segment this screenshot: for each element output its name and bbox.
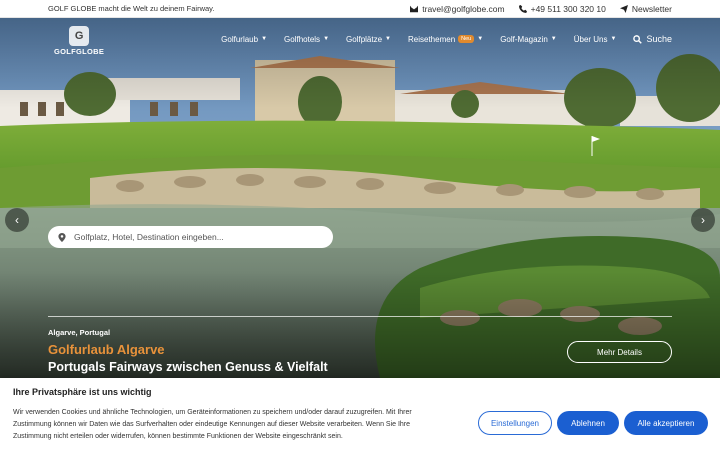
search-icon [633,34,643,44]
slide-subtitle: Portugals Fairways zwischen Genuss & Vie… [48,360,328,374]
nav-reisethemen[interactable]: Reisethemen Neu ▼ [408,35,483,44]
paper-plane-icon [619,4,628,13]
carousel-next-button[interactable]: › [691,208,715,232]
site-logo[interactable]: G GOLFGLOBE [54,26,104,56]
email-link[interactable]: travel@golfglobe.com [410,3,505,14]
hero-slider: G GOLFGLOBE Golfurlaub ▼ Golfhotels ▼ Go… [0,18,720,380]
chevron-down-icon: ▼ [261,36,268,42]
cookie-actions: Einstellungen Ablehnen Alle akzeptieren [478,411,708,435]
carousel-prev-button[interactable]: ‹ [5,208,29,232]
chevron-down-icon: ▼ [323,36,330,42]
cookie-heading: Ihre Privatsphäre ist uns wichtig [13,387,152,397]
nav-label: Golf-Magazin [500,34,548,44]
nav-golfurlaub[interactable]: Golfurlaub ▼ [221,35,267,44]
chevron-down-icon: ▼ [385,36,391,42]
nav-golfplaetze[interactable]: Golfplätze ▼ [346,35,391,44]
phone-text: +49 511 300 320 10 [530,3,606,14]
map-pin-icon [58,232,66,242]
cookie-consent-banner: Ihre Privatsphäre ist uns wichtig Wir ve… [0,378,720,450]
nav-golfhotels[interactable]: Golfhotels ▼ [284,35,329,44]
search-label: Suche [646,34,672,44]
new-badge: Neu [458,35,475,43]
nav-label: Reisethemen [408,34,456,44]
more-details-button[interactable]: Mehr Details [567,341,672,363]
contact-links: travel@golfglobe.com +49 511 300 320 10 … [410,4,672,14]
tagline: GOLF GLOBE macht die Welt zu deinem Fair… [48,4,215,13]
phone-icon [518,4,527,13]
chevron-down-icon: ▼ [477,36,484,42]
slide-caption: Algarve, Portugal Golfurlaub Algarve Por… [48,328,328,374]
nav-label: Golfplätze [346,34,383,44]
nav-ueber-uns[interactable]: Über Uns ▼ [574,35,617,44]
slide-location: Algarve, Portugal [48,328,111,337]
phone-link[interactable]: +49 511 300 320 10 [518,3,606,14]
chevron-left-icon: ‹ [15,213,19,227]
newsletter-link[interactable]: Newsletter [619,3,672,14]
destination-search [48,226,333,248]
main-navigation: Golfurlaub ▼ Golfhotels ▼ Golfplätze ▼ R… [221,34,672,44]
newsletter-text: Newsletter [631,3,672,14]
caption-divider [48,316,672,317]
nav-label: Golfurlaub [221,34,259,44]
cookie-accept-all-button[interactable]: Alle akzeptieren [624,411,708,435]
logo-mark: G [69,26,90,46]
logo-wordmark: GOLFGLOBE [54,47,105,56]
top-utility-bar: GOLF GLOBE macht die Welt zu deinem Fair… [0,0,720,18]
nav-golf-magazin[interactable]: Golf-Magazin ▼ [500,35,557,44]
nav-label: Über Uns [573,34,608,44]
cookie-reject-button[interactable]: Ablehnen [557,411,619,435]
cookie-settings-button[interactable]: Einstellungen [478,411,552,435]
destination-search-input[interactable] [74,232,314,242]
hero-image [0,18,720,380]
chevron-down-icon: ▼ [610,36,617,42]
cookie-text: Wir verwenden Cookies und ähnliche Techn… [13,409,412,440]
chevron-down-icon: ▼ [550,36,557,42]
email-text: travel@golfglobe.com [422,3,505,14]
slide-title[interactable]: Golfurlaub Algarve [48,342,328,357]
nav-search-button[interactable]: Suche [633,34,672,44]
envelope-icon [410,5,419,12]
chevron-right-icon: › [701,213,705,227]
nav-label: Golfhotels [284,34,321,44]
